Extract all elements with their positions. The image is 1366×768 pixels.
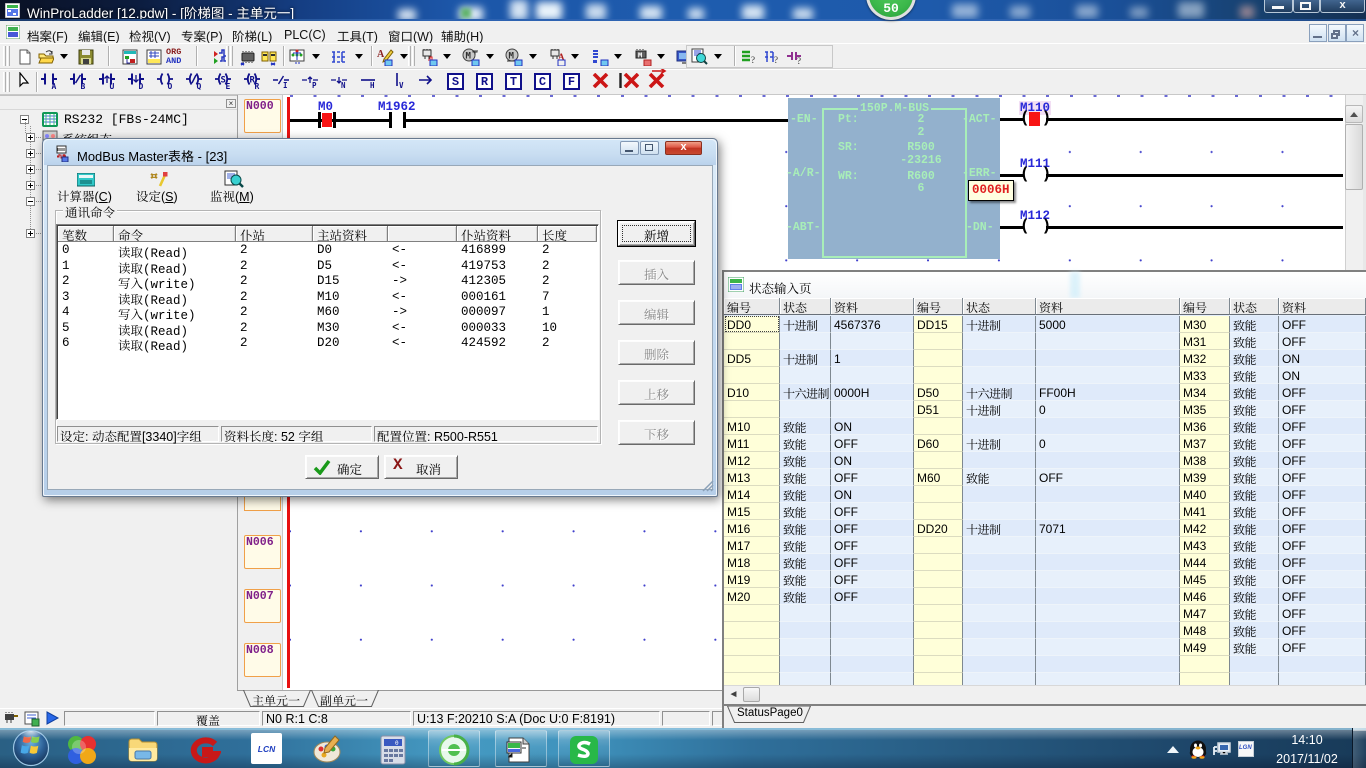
svg-text:U: U [110,82,115,90]
svg-text:V: V [399,81,404,90]
svg-text:?: ? [751,55,755,65]
svg-text:Q: Q [197,82,202,90]
svg-text:M: M [638,52,642,60]
svg-text:A: A [377,49,385,60]
svg-text:A: A [52,82,57,90]
svg-text:P: P [312,81,317,90]
svg-text:B: B [81,82,86,90]
svg-text:0: 0 [395,740,399,747]
svg-text:N: N [341,81,346,90]
svg-text:I: I [283,81,288,90]
svg-text:?: ? [797,56,801,65]
svg-text:D: D [139,82,144,90]
svg-text:M: M [466,52,472,62]
svg-text:M: M [509,52,515,62]
svg-text:R: R [255,82,260,90]
svg-text:E: E [226,82,231,90]
svg-text:H: H [370,81,375,90]
svg-text:O: O [168,82,173,90]
svg-text:?: ? [774,55,778,65]
